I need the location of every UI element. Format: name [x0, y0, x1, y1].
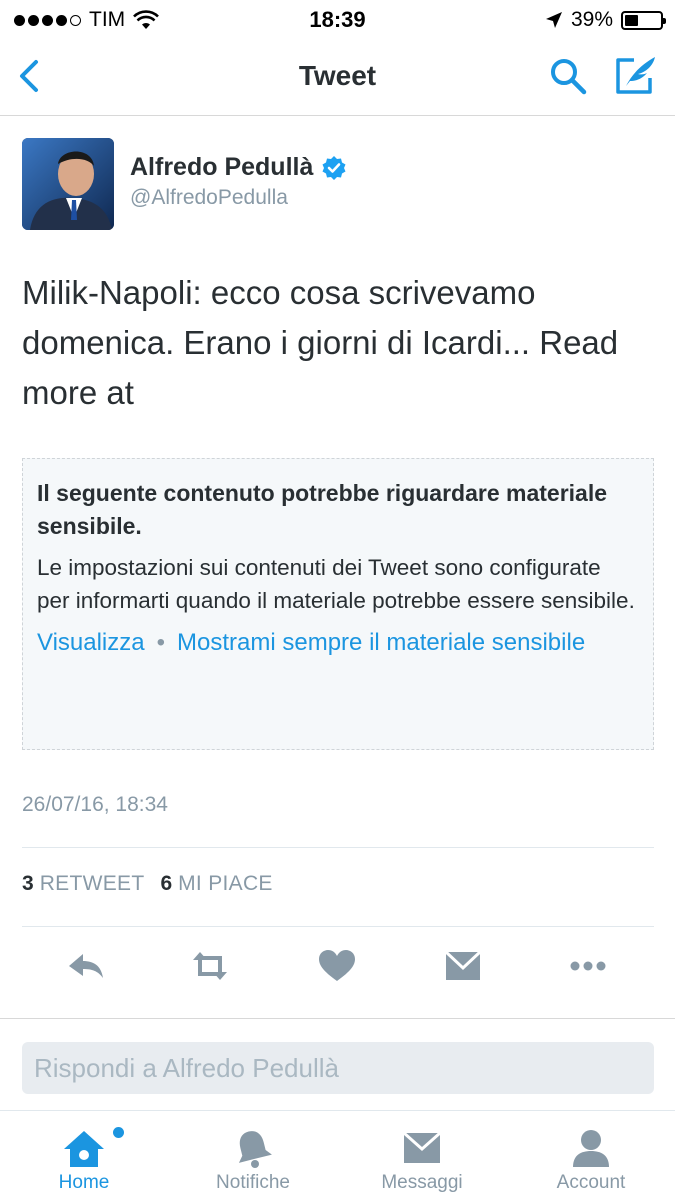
like-icon[interactable]	[317, 948, 357, 984]
more-icon[interactable]	[568, 948, 608, 984]
envelope-icon	[403, 1131, 441, 1163]
tweet-actions	[0, 940, 675, 994]
divider	[22, 847, 654, 848]
divider	[0, 1018, 675, 1019]
direct-message-icon[interactable]	[443, 948, 483, 984]
link-separator: •	[156, 629, 166, 656]
search-icon[interactable]	[548, 56, 588, 96]
retweet-count: 3	[22, 872, 34, 895]
tab-account[interactable]: Account	[516, 1111, 666, 1200]
nav-bar: Tweet	[0, 38, 675, 116]
location-arrow-icon	[545, 12, 562, 28]
bell-icon	[238, 1131, 272, 1168]
view-link[interactable]: Visualizza	[37, 629, 145, 656]
sensitive-content-notice: Il seguente contenuto potrebbe riguardar…	[22, 458, 654, 750]
person-icon	[573, 1130, 609, 1167]
reply-input[interactable]	[22, 1042, 654, 1094]
compose-icon[interactable]	[612, 54, 658, 96]
tab-bar: Home Notifiche Messaggi Account	[0, 1110, 675, 1200]
verified-badge-icon	[322, 155, 346, 180]
status-right: 39%	[545, 8, 666, 32]
battery-percent: 39%	[570, 8, 613, 31]
reply-icon[interactable]	[66, 948, 106, 984]
like-label: MI PIACE	[178, 872, 273, 895]
battery-icon	[621, 10, 666, 30]
tab-label: Messaggi	[381, 1172, 463, 1193]
home-icon	[64, 1131, 104, 1167]
tab-messages[interactable]: Messaggi	[347, 1111, 497, 1200]
tweet-stats: 3 RETWEET 6 MI PIACE	[22, 872, 273, 896]
retweet-stat[interactable]: 3 RETWEET	[22, 872, 144, 896]
tab-notifications[interactable]: Notifiche	[178, 1111, 328, 1200]
tweet-timestamp: 26/07/16, 18:34	[22, 793, 168, 816]
status-bar: TIM 18:39 39%	[0, 0, 675, 38]
tab-label: Home	[58, 1172, 110, 1193]
author-name-text: Alfredo Pedullà	[130, 153, 314, 181]
like-stat[interactable]: 6 MI PIACE	[160, 872, 272, 896]
tweet-text: Milik-Napoli: ecco cosa scrivevamo domen…	[22, 274, 619, 411]
tab-home[interactable]: Home	[9, 1111, 159, 1200]
like-count: 6	[160, 872, 173, 895]
retweet-label: RETWEET	[39, 872, 145, 895]
divider	[22, 926, 654, 927]
always-show-link[interactable]: Mostrami sempre il materiale sensibile	[177, 629, 585, 656]
sensitive-links: Visualizza • Mostrami sempre il materiale …	[37, 625, 639, 660]
retweet-icon[interactable]	[190, 948, 230, 984]
tab-label: Notifiche	[216, 1172, 290, 1193]
tab-label: Account	[556, 1172, 626, 1193]
sensitive-title: Il seguente contenuto potrebbe riguardar…	[37, 480, 608, 539]
sensitive-body: Le impostazioni sui contenuti dei Tweet …	[37, 555, 635, 613]
new-content-dot	[113, 1127, 124, 1138]
author-handle[interactable]: @AlfredoPedulla	[130, 186, 288, 210]
avatar[interactable]	[22, 138, 114, 230]
author-name[interactable]: Alfredo Pedullà	[130, 153, 347, 182]
